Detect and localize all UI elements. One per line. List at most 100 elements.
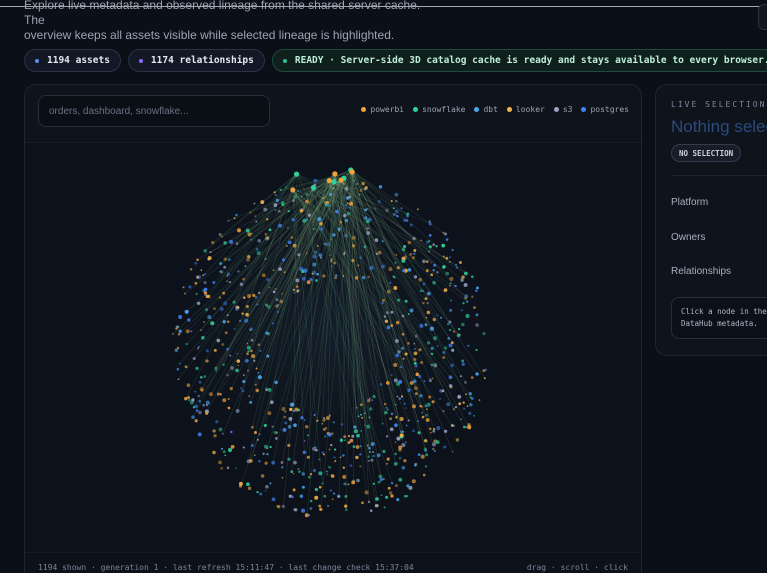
graph-node	[197, 394, 200, 398]
graph-node	[314, 487, 319, 492]
search-input[interactable]	[38, 95, 270, 127]
graph-node	[192, 357, 196, 360]
graph-node	[269, 445, 272, 449]
page-intro: Explore live metadata and observed linea…	[24, 0, 444, 43]
graph-node	[433, 363, 438, 368]
graph-node	[238, 481, 243, 486]
graph-node	[464, 271, 468, 276]
legend-item-powerbi: powerbi	[361, 105, 404, 114]
cache-status-badge: READY · Server-side 3D catalog cache is …	[271, 49, 767, 72]
graph-node	[241, 389, 245, 393]
graph-node	[412, 429, 415, 433]
graph-node	[419, 393, 423, 398]
graph-node	[390, 324, 394, 327]
graph-node	[471, 275, 474, 279]
graph-node	[413, 342, 416, 345]
graph-node	[442, 409, 445, 413]
graph-node	[222, 450, 226, 454]
graph-node	[430, 363, 434, 366]
graph-node	[431, 377, 434, 380]
graph-node	[195, 409, 199, 412]
graph-node	[249, 459, 253, 463]
graph-node	[258, 433, 261, 436]
graph-node	[424, 404, 428, 408]
graph-node	[390, 199, 393, 203]
graph-node	[203, 281, 207, 285]
graph-node	[393, 362, 398, 367]
legend-dot-icon	[361, 107, 367, 112]
graph-node	[377, 480, 381, 484]
graph-node	[372, 454, 375, 458]
graph-node	[313, 178, 318, 183]
no-selection-badge: NO SELECTION	[671, 144, 742, 162]
graph-node	[377, 250, 382, 255]
graph-node	[254, 383, 257, 386]
graph-node	[342, 454, 345, 457]
graph-node	[330, 258, 333, 261]
graph-node	[343, 482, 347, 486]
graph-node	[449, 282, 452, 285]
graph-node	[397, 298, 401, 302]
graph-node	[446, 323, 450, 326]
graph-node	[203, 273, 207, 276]
graph-node	[442, 350, 446, 355]
graph-node	[330, 238, 333, 241]
graph-node	[235, 242, 239, 245]
graph-node	[227, 406, 231, 410]
graph-node	[281, 204, 285, 207]
graph-node	[392, 275, 395, 278]
graph-node	[223, 265, 227, 269]
graph-node	[267, 387, 272, 392]
graph-node	[226, 272, 230, 276]
graph-node	[194, 281, 198, 285]
graph-node	[235, 213, 238, 217]
graph-node	[253, 202, 256, 205]
graph-node	[312, 262, 317, 267]
graph-node	[331, 187, 335, 190]
graph-node	[381, 264, 385, 269]
graph-node	[364, 490, 369, 495]
graph-node	[324, 426, 328, 430]
lineage-graph-canvas[interactable]	[25, 143, 642, 552]
graph-node	[329, 193, 333, 196]
graph-node	[178, 315, 183, 319]
graph-node	[223, 241, 227, 245]
graph-hub-node	[310, 184, 317, 191]
graph-node	[401, 259, 406, 263]
graph-node	[422, 473, 426, 477]
graph-node	[378, 474, 383, 479]
graph-node	[292, 488, 296, 492]
graph-node	[372, 394, 376, 399]
graph-node	[326, 473, 329, 476]
graph-node	[367, 455, 370, 458]
graph-node	[412, 236, 416, 241]
graph-node	[310, 499, 313, 503]
header-action-button[interactable]	[758, 4, 767, 30]
legend-label: dbt	[483, 105, 498, 114]
graph-node	[393, 378, 398, 383]
graph-node	[413, 351, 418, 356]
graph-status-text: 1194 shown · generation 1 · last refresh…	[38, 563, 414, 572]
graph-node	[319, 507, 323, 512]
graph-node	[375, 497, 379, 501]
legend-dot-icon	[581, 107, 587, 112]
graph-node	[194, 262, 198, 265]
graph-node	[242, 277, 245, 281]
graph-node	[204, 294, 207, 297]
graph-node	[281, 258, 286, 262]
graph-node	[364, 424, 366, 427]
graph-node	[401, 346, 405, 350]
graph-node	[347, 483, 350, 486]
graph-hub-node	[293, 171, 300, 177]
graph-node	[345, 206, 348, 210]
graph-node	[351, 235, 356, 240]
graph-node	[432, 448, 435, 451]
graph-node	[259, 492, 263, 496]
graph-node	[346, 211, 351, 216]
graph-node	[316, 245, 319, 247]
graph-node	[419, 323, 424, 328]
intro-line-1: Explore live metadata and observed linea…	[24, 0, 421, 27]
graph-node	[244, 265, 247, 268]
graph-toolbar: powerbi snowflake dbt looker s3 postgres	[25, 85, 641, 143]
graph-node	[307, 213, 311, 217]
